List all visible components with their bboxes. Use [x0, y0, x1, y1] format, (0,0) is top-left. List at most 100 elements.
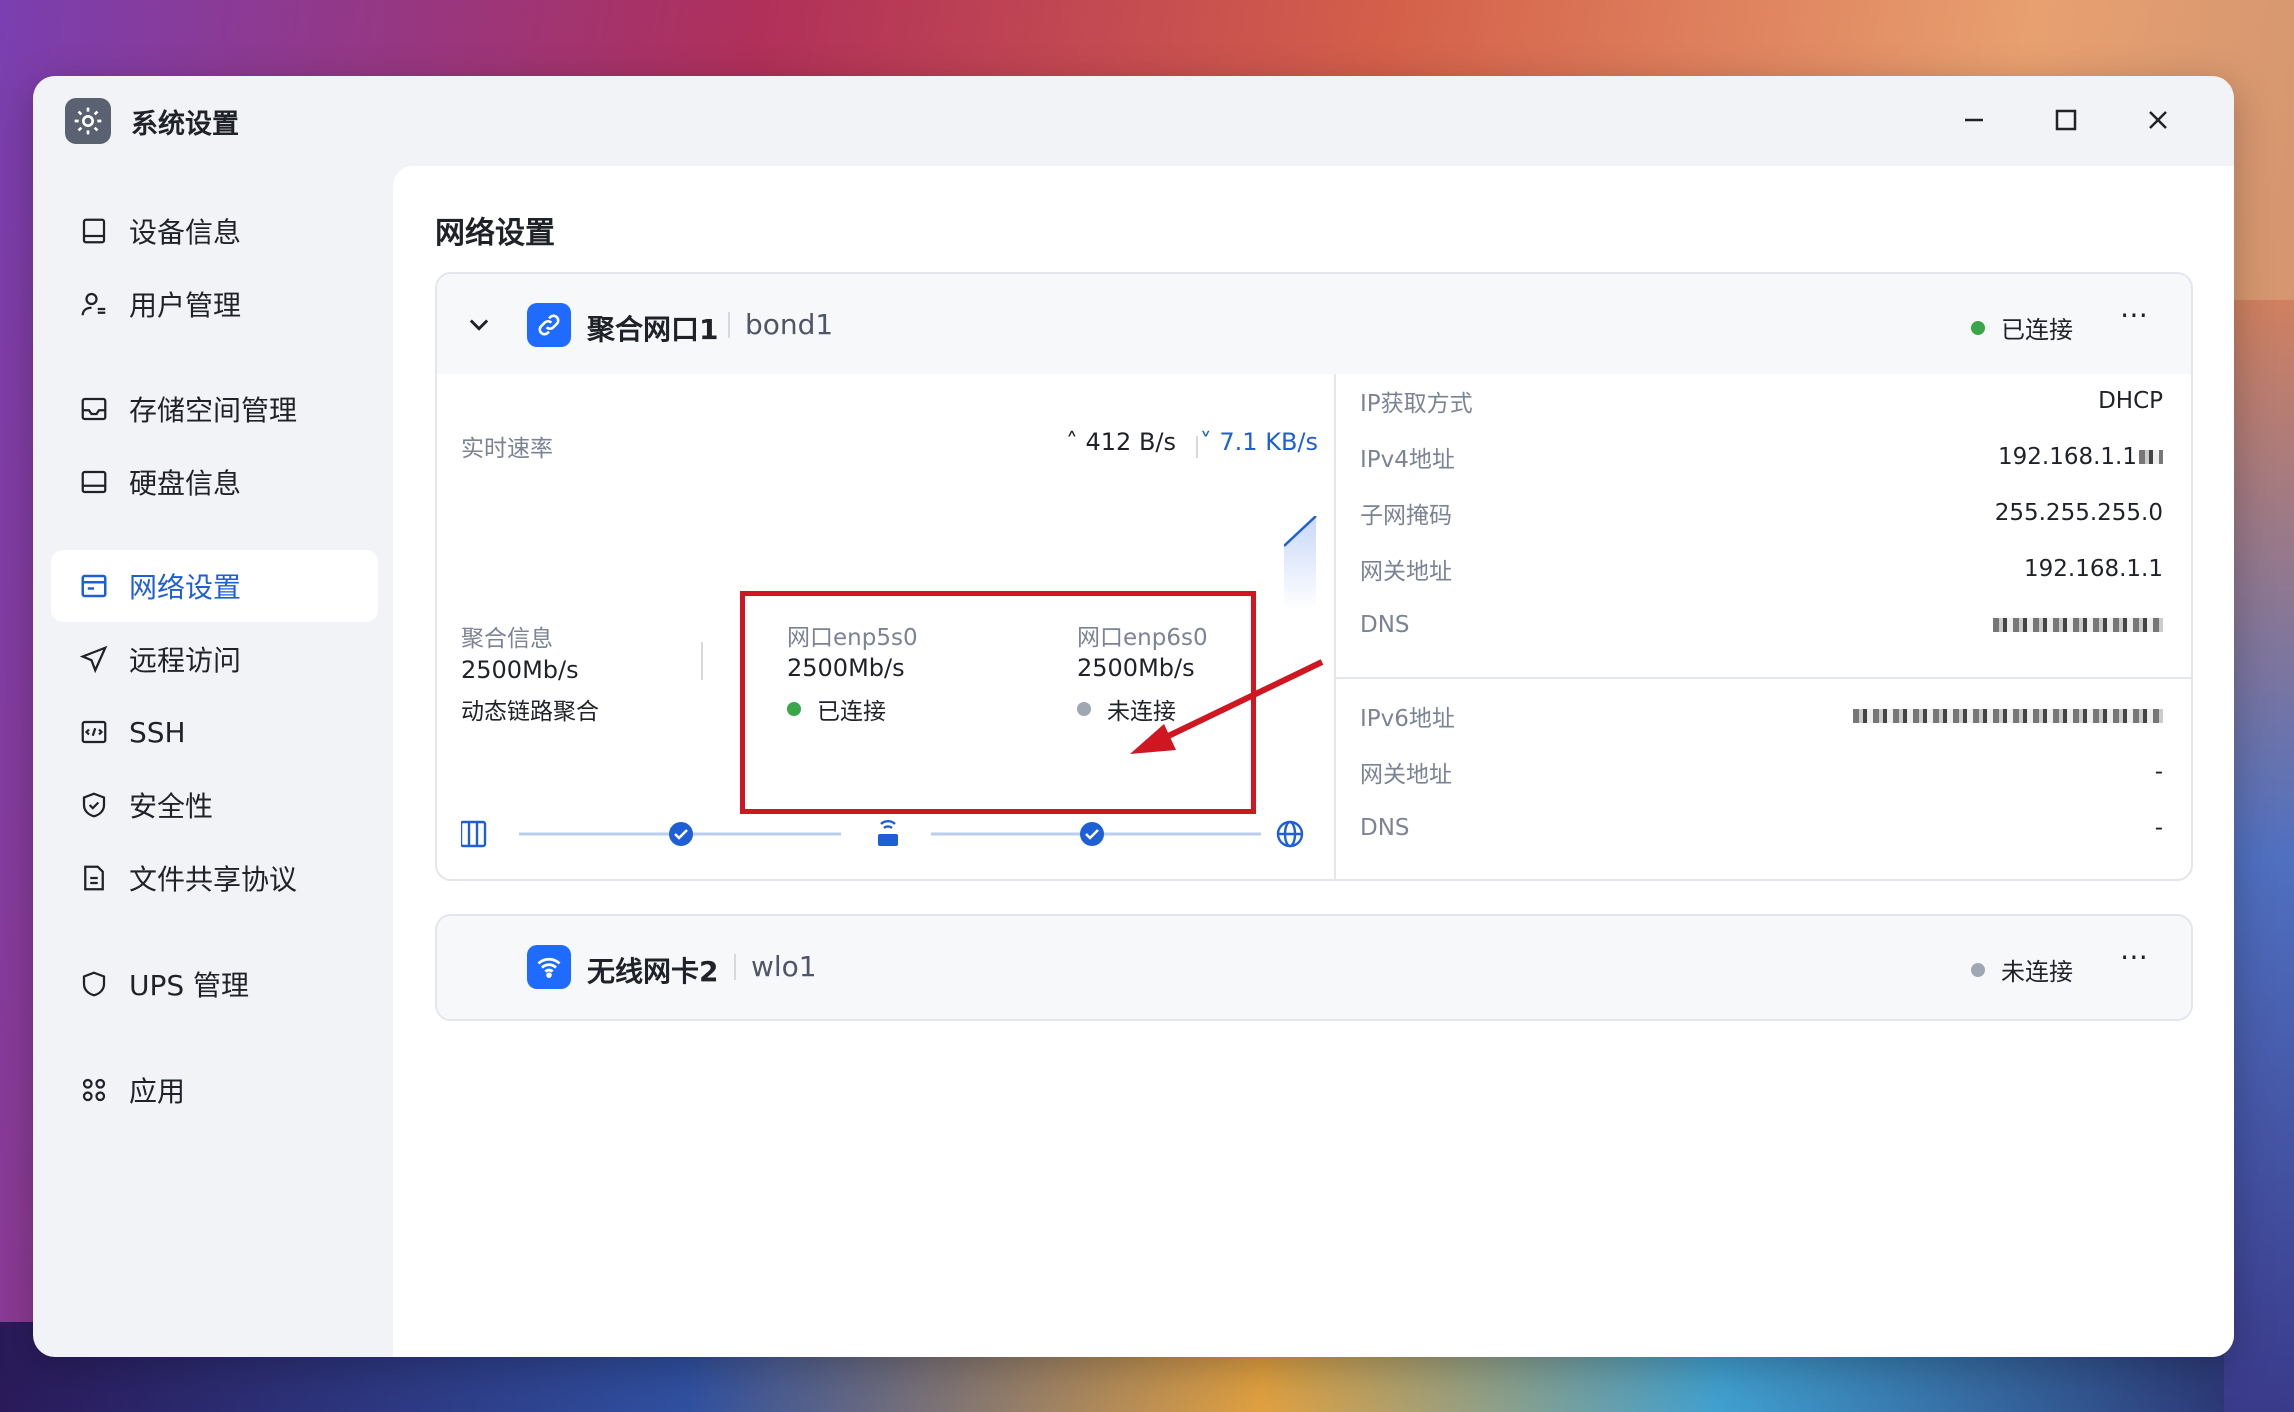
maximize-button[interactable]	[2020, 94, 2112, 146]
minimize-button[interactable]	[1928, 94, 2020, 146]
sidebar-item-disk-info[interactable]: 硬盘信息	[51, 446, 378, 518]
maximize-icon	[2055, 109, 2077, 131]
window-title: 系统设置	[131, 108, 239, 140]
file-icon	[79, 863, 109, 893]
network-icon	[79, 571, 109, 601]
row-value: -	[2154, 759, 2163, 785]
row-value: 192.168.1.1	[2024, 556, 2163, 582]
minimize-icon	[1965, 118, 1983, 122]
sidebar-item-label: 用户管理	[129, 289, 242, 322]
desktop-wallpaper-edge	[2224, 300, 2294, 1412]
ipv6-address-row: IPv6地址	[1360, 696, 2163, 736]
annotation-arrow	[1130, 659, 1324, 754]
more-button[interactable]: ⋯	[2120, 940, 2149, 973]
wifi-card-header[interactable]: 无线网卡2 wlo1 未连接 ⋯	[437, 916, 2191, 1019]
wifi-status: 未连接	[1971, 952, 2073, 987]
sidebar-item-ups[interactable]: UPS 管理	[51, 948, 378, 1020]
sidebar-item-label: UPS 管理	[129, 969, 250, 1002]
chevron-down-icon[interactable]	[465, 310, 493, 338]
subnet-mask-row: 子网掩码 255.255.255.0	[1360, 493, 2163, 533]
row-value: 192.168.1.1	[1998, 444, 2163, 470]
redacted-value	[1853, 709, 2163, 723]
status-dot	[1971, 320, 1985, 335]
sidebar: 设备信息 用户管理 存储空间管理 硬盘信息 网络设置 远程访问 SSH 安全性	[33, 166, 393, 1357]
ipv4-address-value: 192.168.1.1	[1998, 444, 2137, 470]
ipv4-address-row: IPv4地址 192.168.1.1	[1360, 437, 2163, 477]
shield-icon	[79, 969, 109, 999]
wifi-status-text: 未连接	[2001, 958, 2073, 986]
sidebar-item-security[interactable]: 安全性	[51, 769, 378, 841]
sidebar-item-label: 安全性	[129, 790, 214, 823]
close-button[interactable]	[2112, 94, 2204, 146]
redacted-value	[1993, 618, 2163, 632]
sidebar-item-device-info[interactable]: 设备信息	[51, 195, 378, 267]
ipv6-dns-row: DNS -	[1360, 808, 2163, 848]
row-key: IP获取方式	[1360, 391, 1473, 417]
download-speed-value: 7.1 KB/s	[1219, 428, 1318, 456]
sidebar-item-network[interactable]: 网络设置	[51, 550, 378, 622]
send-icon	[79, 644, 109, 674]
bond-status: 已连接	[1971, 310, 2073, 345]
sidebar-item-label: 设备信息	[129, 216, 242, 249]
device-icon	[79, 216, 109, 246]
check-circle-icon	[1080, 822, 1104, 846]
sidebar-item-label: 文件共享协议	[129, 863, 298, 896]
router-icon	[878, 819, 898, 846]
divider	[701, 642, 703, 680]
check-circle-icon	[669, 822, 693, 846]
aggregate-label: 聚合信息	[461, 626, 553, 652]
bond-card-header[interactable]: 聚合网口1 bond1 已连接 ⋯	[437, 274, 2191, 374]
row-value: 255.255.255.0	[1994, 500, 2163, 526]
user-icon	[79, 289, 109, 319]
ip-mode-row: IP获取方式 DHCP	[1360, 381, 2163, 421]
divider	[734, 954, 736, 980]
gateway-row: 网关地址 192.168.1.1	[1360, 549, 2163, 589]
shield-check-icon	[79, 790, 109, 820]
bond-name: 聚合网口1	[587, 313, 719, 346]
speed-graph	[1284, 516, 1317, 611]
redacted-value	[2139, 450, 2163, 464]
download-speed: ˅ 7.1 KB/s	[1200, 428, 1318, 456]
sidebar-item-apps[interactable]: 应用	[51, 1054, 378, 1126]
row-key: 网关地址	[1360, 762, 1452, 788]
titlebar: 系统设置	[33, 76, 2234, 166]
sidebar-item-remote-access[interactable]: 远程访问	[51, 623, 378, 695]
globe-icon	[1276, 820, 1304, 848]
more-button[interactable]: ⋯	[2120, 298, 2149, 331]
bond-device: bond1	[745, 308, 834, 341]
row-key: 网关地址	[1360, 559, 1452, 585]
disk-icon	[79, 467, 109, 497]
row-key: IPv4地址	[1360, 447, 1455, 473]
code-icon	[79, 717, 109, 747]
sidebar-item-label: 硬盘信息	[129, 467, 242, 500]
row-key: 子网掩码	[1360, 503, 1452, 529]
ip-info-pane: IP获取方式 DHCP IPv4地址 192.168.1.1 子网掩码 255.255…	[1334, 374, 2191, 879]
upload-speed: ˄ 412 B/s	[1066, 428, 1176, 456]
link-icon	[527, 303, 571, 347]
sidebar-item-label: 远程访问	[129, 644, 242, 677]
ipv6-gateway-row: 网关地址 -	[1360, 752, 2163, 792]
wifi-device: wlo1	[751, 950, 817, 983]
wifi-card: 无线网卡2 wlo1 未连接 ⋯	[435, 914, 2193, 1021]
arrow-down-icon: ˅	[1199, 428, 1212, 456]
sidebar-item-label: SSH	[129, 715, 186, 749]
sidebar-item-label: 存储空间管理	[129, 394, 298, 427]
sidebar-item-user-management[interactable]: 用户管理	[51, 268, 378, 340]
topology-line	[461, 819, 1304, 848]
arrow-up-icon: ˄	[1065, 428, 1078, 456]
sidebar-item-ssh[interactable]: SSH	[51, 696, 378, 768]
realtime-label: 实时速率	[461, 436, 553, 462]
row-key: DNS	[1360, 815, 1410, 841]
upload-speed-value: 412 B/s	[1085, 428, 1177, 456]
gear-icon	[65, 98, 111, 144]
page-title: 网络设置	[435, 216, 555, 251]
sidebar-item-label: 网络设置	[129, 571, 242, 604]
status-dot	[1971, 962, 1985, 977]
sidebar-item-file-sharing[interactable]: 文件共享协议	[51, 842, 378, 914]
row-key: DNS	[1360, 612, 1410, 638]
wifi-name: 无线网卡2	[587, 955, 719, 988]
row-value: DHCP	[2098, 388, 2163, 414]
row-key: IPv6地址	[1360, 706, 1455, 732]
aggregate-speed: 2500Mb/s	[461, 656, 579, 684]
sidebar-item-storage[interactable]: 存储空间管理	[51, 373, 378, 445]
